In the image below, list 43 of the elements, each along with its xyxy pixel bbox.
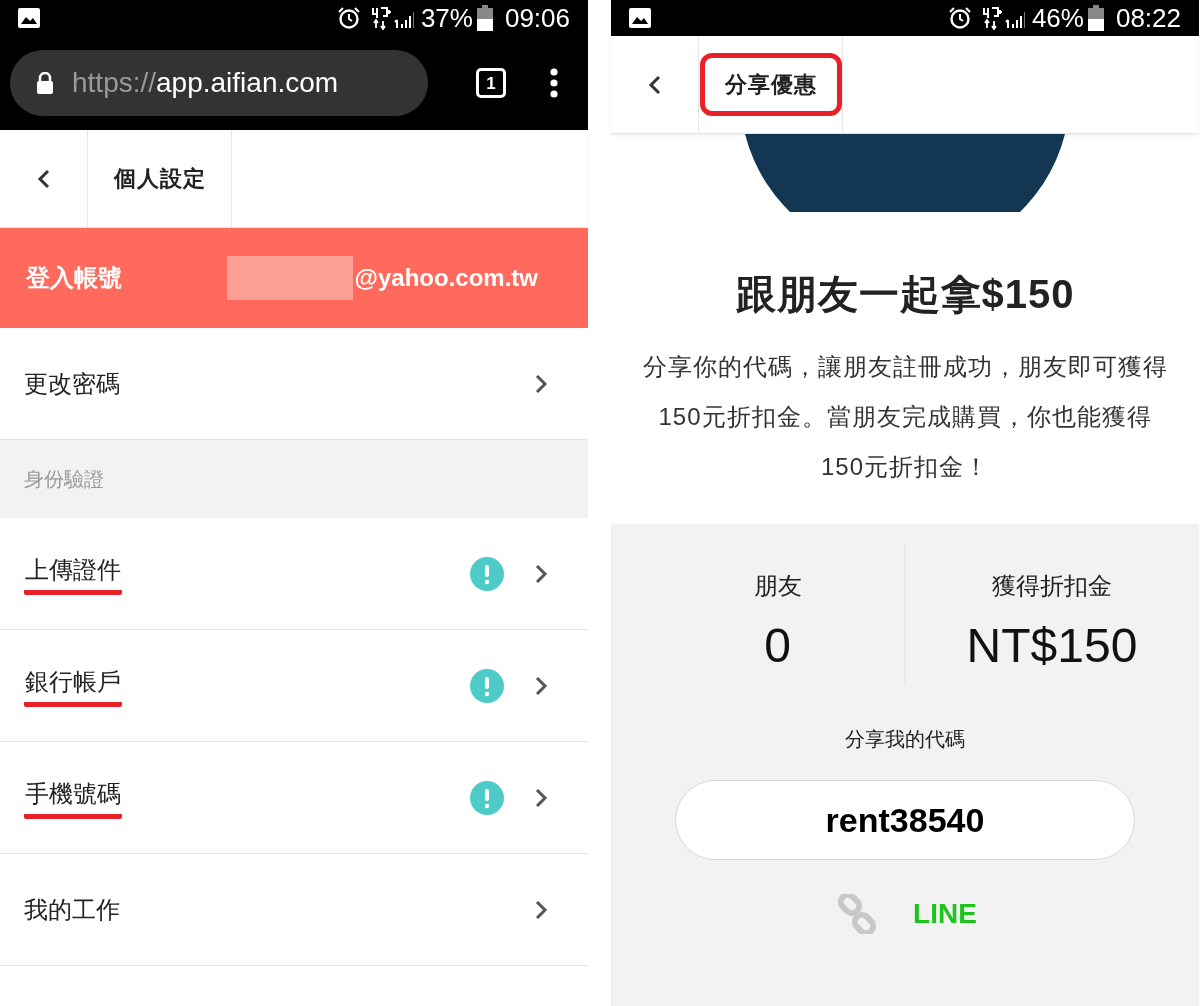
clock-time: 08:22	[1115, 1, 1181, 35]
row-label: 我的工作	[24, 894, 120, 925]
battery-icon	[476, 5, 493, 31]
chevron-icon	[534, 674, 548, 697]
page-title: 分享優惠	[699, 53, 842, 116]
stat-label: 朋友	[753, 571, 802, 601]
menu-icon[interactable]	[550, 68, 558, 98]
battery-percentage: 46%	[1031, 1, 1084, 35]
row-label: 手機號碼	[24, 776, 122, 819]
signal-icon	[370, 6, 415, 30]
chevron-icon	[534, 562, 548, 585]
address-bar[interactable]: https://app.aifian.com	[10, 50, 428, 116]
headline: 跟朋友一起拿$150	[735, 271, 1075, 318]
section-title: 身份驗證	[24, 467, 104, 492]
chevron-icon	[534, 786, 548, 809]
stat-label: 獲得折扣金	[992, 571, 1112, 601]
description: 分享你的代碼，讓朋友註冊成功，朋友即可獲得150元折扣金。當朋友完成購買，你也能獲得150元折扣金！	[641, 352, 1169, 482]
lock-icon	[36, 72, 54, 94]
chevron-icon	[534, 372, 548, 395]
image-icon	[18, 8, 40, 28]
referral-code-button[interactable]: rent38540	[675, 780, 1135, 860]
battery-percentage: 37%	[420, 1, 473, 35]
account-email: @yahoo.com.tw	[354, 263, 538, 293]
back-icon	[647, 73, 662, 96]
alarm-icon	[336, 6, 361, 30]
chevron-icon	[534, 898, 548, 921]
row-label: 銀行帳戶	[24, 664, 122, 707]
share-label: 分享我的代碼	[845, 727, 965, 752]
stat-value: 0	[764, 622, 791, 670]
stat-value: NT$150	[966, 622, 1138, 670]
account-label: 登入帳號	[26, 263, 122, 293]
row-label: 更改密碼	[24, 368, 120, 399]
row-label: 上傳證件	[24, 552, 122, 595]
page-title: 個人設定	[112, 165, 207, 193]
battery-icon	[1087, 5, 1104, 31]
link-icon[interactable]	[837, 894, 878, 934]
image-icon	[629, 8, 651, 28]
clock-time: 09:06	[504, 1, 570, 35]
alarm-icon	[947, 6, 972, 30]
tab-count[interactable]: 1	[476, 68, 506, 98]
back-icon	[36, 167, 51, 190]
url-text: https://app.aifian.com	[72, 66, 339, 100]
signal-icon	[981, 6, 1026, 30]
